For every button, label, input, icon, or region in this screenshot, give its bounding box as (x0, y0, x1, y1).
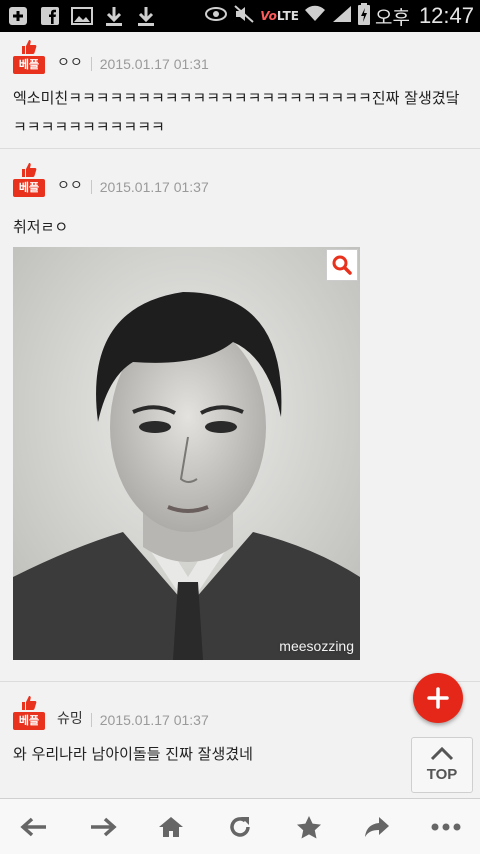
comment-header: 베플 슈밍 2015.01.17 01:37 (13, 696, 209, 730)
plus-icon (427, 687, 449, 709)
forward-button[interactable] (78, 807, 128, 847)
comment-author[interactable]: ㅇㅇ (57, 175, 83, 195)
star-icon (296, 815, 321, 838)
comment-header: 베플 ㅇㅇ 2015.01.17 01:31 (13, 40, 209, 74)
add-comment-button[interactable] (413, 673, 463, 723)
add-box-icon (6, 4, 30, 28)
comment-date: 2015.01.17 01:37 (99, 712, 209, 728)
comment-text: 와 우리나라 남아이돌들 진짜 잘생겼네 (13, 745, 253, 763)
thumbs-up-icon (22, 163, 37, 177)
comment-header: 베플 ㅇㅇ 2015.01.17 01:37 (13, 163, 209, 197)
image-icon (70, 4, 94, 28)
share-button[interactable] (352, 807, 402, 847)
best-comment-badge: 베플 (13, 163, 45, 197)
divider (90, 713, 92, 727)
thumbs-up-icon (22, 40, 37, 54)
facebook-icon (38, 4, 62, 28)
comment-date: 2015.01.17 01:37 (99, 179, 209, 195)
list-item: 베플 슈밍 2015.01.17 01:37 와 우리나라 남아이돌들 진짜 잘… (0, 682, 480, 798)
comment-text: 취저ㄹㅇ (13, 218, 69, 236)
status-bar: VoLTE 오후 12:47 (0, 0, 480, 32)
comment-date: 2015.01.17 01:31 (99, 56, 209, 72)
back-icon (20, 817, 47, 836)
portrait-image (13, 247, 360, 660)
comment-author[interactable]: ㅇㅇ (57, 52, 83, 72)
back-button[interactable] (9, 807, 59, 847)
refresh-icon (230, 816, 250, 837)
top-label: TOP (426, 766, 458, 783)
list-item: 베플 ㅇㅇ 2015.01.17 01:31 엑소미친ㅋㅋㅋㅋㅋㅋㅋㅋㅋㅋㅋㅋㅋ… (0, 32, 480, 149)
bottom-nav (0, 798, 480, 854)
clock-time: 12:47 (418, 3, 474, 28)
more-icon (431, 823, 461, 830)
divider (90, 180, 92, 194)
chevron-up-icon (430, 746, 454, 761)
bookmark-button[interactable] (284, 807, 334, 847)
comment-text: 엑소미친ㅋㅋㅋㅋㅋㅋㅋㅋㅋㅋㅋㅋㅋㅋㅋㅋㅋㅋㅋㅋㅋㅋ진짜 잘생겼닼ㅋㅋㅋㅋㅋㅋㅋ… (13, 89, 460, 136)
home-icon (159, 816, 184, 837)
comment-image[interactable]: meesozzing (13, 247, 360, 660)
image-watermark: meesozzing (279, 638, 354, 654)
download-icon (134, 4, 158, 28)
comment-author[interactable]: 슈밍 (57, 708, 83, 728)
forward-icon (90, 817, 117, 836)
battery-icon (357, 3, 370, 29)
zoom-button[interactable] (326, 249, 358, 281)
wifi-icon (304, 5, 326, 27)
eye-icon (204, 6, 228, 26)
more-button[interactable] (421, 807, 471, 847)
mute-icon (233, 4, 255, 28)
signal-icon (331, 5, 353, 27)
divider (90, 57, 92, 71)
share-icon (365, 816, 390, 837)
home-button[interactable] (146, 807, 196, 847)
clock-ampm: 오후 (374, 6, 410, 29)
thumbs-up-icon (22, 696, 37, 710)
search-icon (332, 255, 352, 275)
volte-indicator: VoLTE (260, 9, 299, 23)
best-comment-badge: 베플 (13, 696, 45, 730)
download-icon (102, 4, 126, 28)
best-comment-badge: 베플 (13, 40, 45, 74)
refresh-button[interactable] (215, 807, 265, 847)
scroll-top-button[interactable]: TOP (411, 737, 473, 793)
list-item: 베플 ㅇㅇ 2015.01.17 01:37 취저ㄹㅇ meesozzing (0, 149, 480, 682)
comment-list: 베플 ㅇㅇ 2015.01.17 01:31 엑소미친ㅋㅋㅋㅋㅋㅋㅋㅋㅋㅋㅋㅋㅋ… (0, 32, 480, 798)
